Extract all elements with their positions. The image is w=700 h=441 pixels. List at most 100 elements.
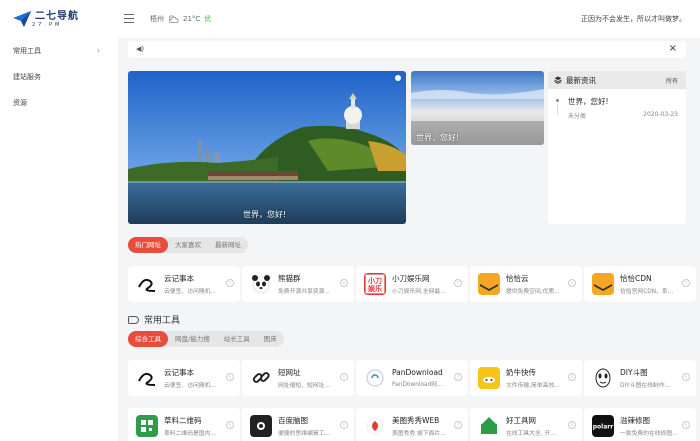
tab-netdisk-search[interactable]: 网盘/能力搜 (168, 331, 217, 347)
site-card[interactable]: 恰恰云 提供免费空间,优质... i (470, 266, 582, 302)
site-card-desc: 小刀娱乐网,全网最... (392, 289, 446, 295)
info-icon[interactable]: i (682, 421, 690, 429)
site-logo[interactable]: 二七导航 27.PM (12, 8, 79, 30)
meitu-icon (364, 415, 386, 437)
tab-image-host[interactable]: 图床 (257, 331, 284, 347)
site-card[interactable]: 百度脑图 便捷的思维编辑工... i (242, 408, 354, 441)
site-card-name: 云记事本 (164, 274, 194, 283)
polarr-icon: polarr (592, 415, 614, 437)
site-card[interactable]: 美图秀秀WEB 美图秀秀 拔下面片... i (356, 408, 468, 441)
site-card-desc: 一款免费的在线修图... (620, 431, 678, 437)
sidebar-item-label: 资源 (13, 99, 27, 107)
hero-main-caption: 世界，您好! (243, 210, 287, 219)
site-card-desc: 免费开源共享资源... (278, 289, 330, 295)
site-card-name: 小刀娱乐网 (392, 274, 430, 283)
pandownload-icon (364, 367, 386, 389)
logo-sub: 27.PM (32, 21, 63, 28)
site-card[interactable]: 好工具网 在线工具大全, 开... i (470, 408, 582, 441)
sidebar-item-common-tools[interactable]: 常用工具 › (0, 38, 118, 64)
site-card[interactable]: 小刀 娱乐 小刀娱乐网 小刀娱乐网,全网最... i (356, 266, 468, 302)
site-card[interactable]: 云记事本 云便签、访问随机... i (128, 360, 240, 396)
sidebar-item-label: 建站服务 (13, 73, 41, 81)
header-slogan: 正因为不会发生，所以才叫做梦。 (581, 15, 686, 23)
site-card-name: 短网址 (278, 368, 301, 377)
tab-general-tools[interactable]: 综合工具 (128, 331, 168, 347)
section-title: 常用工具 (144, 316, 181, 326)
site-card[interactable]: polarr 溢辣修图 一款免费的在线修图... i (584, 408, 696, 441)
news-header: 最新资讯 所有 (548, 71, 686, 89)
site-card[interactable]: DIY斗图 DIY斗图在线制作... i (584, 360, 696, 396)
info-icon[interactable]: i (454, 421, 462, 429)
tab-latest[interactable]: 最新网址 (208, 237, 248, 253)
site-card-name: 熊猫群 (278, 274, 301, 283)
info-icon[interactable]: i (226, 421, 234, 429)
diy-icon (592, 367, 614, 389)
chevron-right-icon: › (96, 46, 100, 55)
site-card[interactable]: PanDownload PanDownload网... i (356, 360, 468, 396)
top-header: 二七导航 27.PM 梧州 21°C 优 正因为不会发生，所以才叫做梦。 (0, 0, 700, 38)
site-card[interactable]: 草料二维码 草料二维码是国内... i (128, 408, 240, 441)
svg-text:小刀: 小刀 (367, 276, 382, 285)
hero-carousel-main[interactable]: 世界，您好! (128, 71, 406, 224)
site-card-desc: 云便签、访问随机... (164, 289, 216, 295)
hot-tabs: 热门网址 大家喜欢 最新网址 (128, 237, 248, 253)
site-card-name: 好工具网 (506, 416, 536, 425)
hero-side-card[interactable]: 世界，您好! (411, 71, 544, 145)
sidebar-item-site-services[interactable]: 建站服务 (0, 64, 118, 90)
layers-icon (554, 76, 562, 84)
site-card-desc: DIY斗图在线制作... (620, 383, 671, 389)
qrcode-icon (136, 415, 158, 437)
tool-tabs: 综合工具 网盘/能力搜 站长工具 图床 (128, 331, 284, 347)
tab-webmaster-tools[interactable]: 站长工具 (217, 331, 257, 347)
news-item-title: 世界，您好! (568, 97, 609, 106)
tag-icon (128, 315, 139, 324)
site-card-desc: 云便签、访问随机... (164, 383, 216, 389)
news-item[interactable]: 世界，您好! 未分类 2020-03-23 (548, 89, 686, 120)
info-icon[interactable]: i (682, 373, 690, 381)
weather-temp: 21°C (183, 15, 201, 23)
site-card-name: 奶牛快传 (506, 368, 536, 377)
info-icon[interactable]: i (454, 373, 462, 381)
info-icon[interactable]: i (226, 373, 234, 381)
yunji-icon (136, 367, 158, 389)
info-icon[interactable]: i (568, 279, 576, 287)
logo-text: 二七导航 (35, 10, 79, 22)
weather-widget[interactable]: 梧州 21°C 优 (150, 14, 211, 24)
info-icon[interactable]: i (682, 279, 690, 287)
air-quality: 优 (204, 15, 212, 23)
news-more-link[interactable]: 所有 (666, 76, 678, 85)
site-card[interactable]: 奶牛快传 文件传输,简单高效... i (470, 360, 582, 396)
site-card-desc: 提供免费空间,优质... (506, 289, 560, 295)
site-card-desc: 草料二维码是国内... (164, 431, 216, 437)
info-icon[interactable]: i (568, 421, 576, 429)
layers-icon (478, 273, 500, 295)
site-card[interactable]: 云记事本云便签、访问随机... i (128, 266, 240, 302)
notice-bar: ◀) × (128, 41, 686, 58)
sidebar-item-resources[interactable]: 资源 (0, 90, 118, 116)
site-card[interactable]: 恰恰CDN 恰恰官网CDN、系... i (584, 266, 696, 302)
menu-toggle-icon[interactable] (124, 14, 134, 23)
info-icon[interactable]: i (340, 373, 348, 381)
svg-text:娱乐: 娱乐 (368, 284, 382, 293)
yunji-icon (136, 273, 158, 295)
site-card-desc: 网址缩短、短网址... (278, 383, 330, 389)
panda-icon (250, 273, 272, 295)
close-icon[interactable]: × (669, 43, 677, 54)
svg-text:polarr: polarr (593, 424, 613, 431)
info-icon[interactable]: i (454, 279, 462, 287)
info-icon[interactable]: i (340, 421, 348, 429)
info-icon[interactable]: i (226, 279, 234, 287)
tab-hot-sites[interactable]: 热门网址 (128, 237, 168, 253)
site-card[interactable]: 短网址网址缩短、短网址... i (242, 360, 354, 396)
xiaodao-icon: 小刀 娱乐 (364, 273, 386, 295)
tab-popular[interactable]: 大家喜欢 (168, 237, 208, 253)
timeline-line (557, 103, 558, 115)
beihai-park-photo (128, 71, 406, 224)
bullet-dot (556, 99, 559, 102)
paper-plane-logo-icon (13, 11, 31, 27)
info-icon[interactable]: i (568, 373, 576, 381)
info-icon[interactable]: i (340, 279, 348, 287)
site-card[interactable]: 熊猫群免费开源共享资源... i (242, 266, 354, 302)
section-heading: 常用工具 (128, 313, 180, 326)
sidebar: 常用工具 › 建站服务 资源 (0, 38, 118, 441)
